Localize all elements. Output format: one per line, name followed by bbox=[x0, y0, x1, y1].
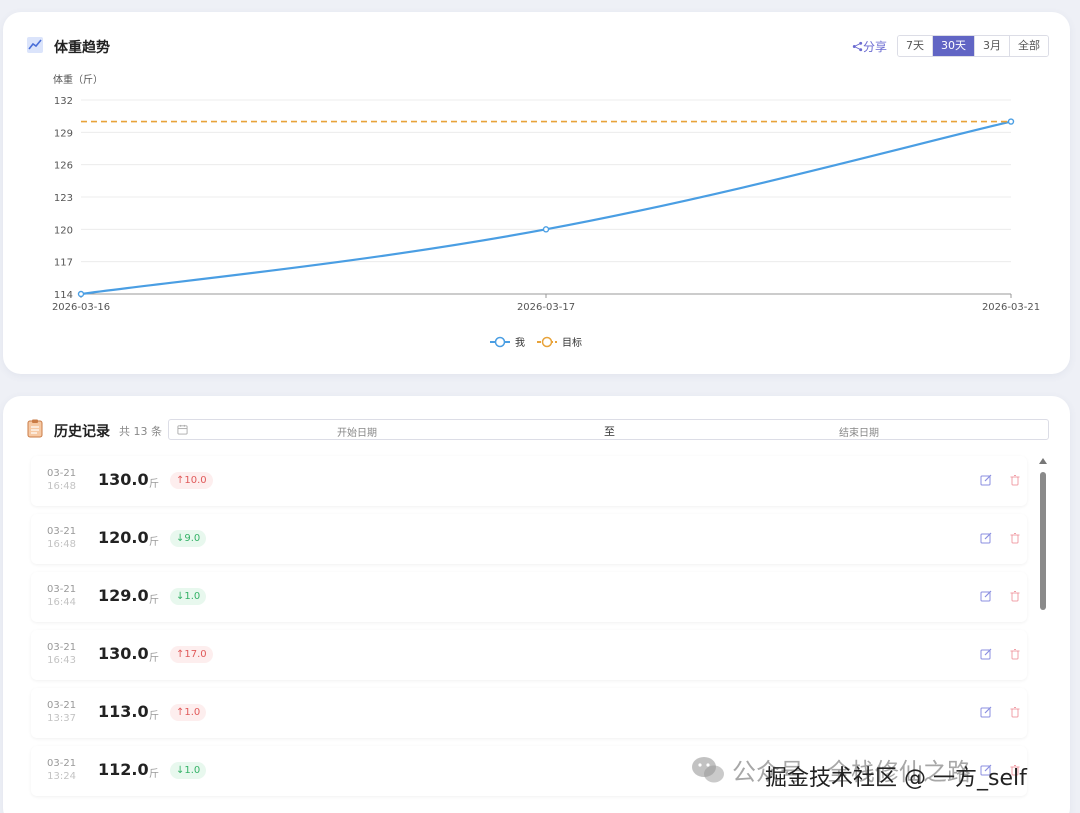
date-range-picker[interactable]: 开始日期 至 结束日期 bbox=[168, 419, 1049, 440]
record-weight: 129.0 bbox=[98, 586, 149, 605]
history-row[interactable]: 03-21 16:44 129.0 斤 ↓1.0 bbox=[31, 572, 1027, 622]
wechat-icon bbox=[692, 756, 724, 782]
history-scrollbar[interactable] bbox=[1039, 458, 1047, 793]
record-datetime: 03-21 16:48 bbox=[47, 525, 76, 551]
weight-data-point bbox=[77, 290, 85, 298]
x-tick-label: 2026-03-21 bbox=[982, 302, 1040, 313]
record-weight: 130.0 bbox=[98, 470, 149, 489]
record-date: 03-21 bbox=[47, 642, 77, 653]
record-unit: 斤 bbox=[149, 479, 159, 490]
clipboard-icon bbox=[27, 419, 43, 438]
record-delta-badge: ↑10.0 bbox=[170, 472, 213, 489]
edit-icon[interactable] bbox=[980, 648, 992, 660]
legend-label-me: 我 bbox=[515, 337, 525, 349]
record-delta-badge: ↓1.0 bbox=[170, 762, 207, 779]
weight-line-chart: 体重（斤） 114117120123126129132 2026-03-16 20… bbox=[52, 73, 1040, 349]
delete-icon[interactable] bbox=[1009, 590, 1021, 602]
edit-icon[interactable] bbox=[980, 706, 992, 718]
record-time: 16:44 bbox=[47, 597, 76, 608]
record-date: 03-21 bbox=[47, 468, 77, 479]
scroll-up-arrow-icon[interactable] bbox=[1039, 458, 1047, 464]
record-date: 03-21 bbox=[47, 584, 77, 595]
record-datetime: 03-21 16:44 bbox=[47, 583, 76, 609]
record-datetime: 03-21 13:37 bbox=[47, 699, 76, 725]
end-date-input[interactable]: 结束日期 bbox=[839, 424, 879, 439]
record-time: 16:43 bbox=[47, 655, 76, 666]
record-time: 16:48 bbox=[47, 539, 76, 550]
record-delta-value: 1.0 bbox=[184, 707, 201, 718]
legend-item-me[interactable]: 我 bbox=[490, 336, 525, 349]
record-date: 03-21 bbox=[47, 526, 77, 537]
record-time: 13:24 bbox=[47, 771, 76, 782]
record-delta-badge: ↑17.0 bbox=[170, 646, 213, 663]
chart-grid bbox=[81, 99, 1011, 295]
y-tick-label: 132 bbox=[54, 96, 73, 107]
y-tick-label: 126 bbox=[54, 161, 73, 172]
y-tick-label: 129 bbox=[54, 128, 73, 139]
record-count: 共 13 条 bbox=[119, 425, 162, 438]
record-delta-badge: ↓1.0 bbox=[170, 588, 207, 605]
record-delta-value: 9.0 bbox=[184, 533, 201, 544]
history-row[interactable]: 03-21 13:37 113.0 斤 ↑1.0 bbox=[31, 688, 1027, 738]
y-tick-label: 114 bbox=[54, 290, 73, 301]
calendar-icon bbox=[177, 424, 188, 435]
record-datetime: 03-21 13:24 bbox=[47, 757, 76, 783]
record-time: 13:37 bbox=[47, 713, 76, 724]
history-row[interactable]: 03-21 16:48 130.0 斤 ↑10.0 bbox=[31, 456, 1027, 506]
y-tick-label: 120 bbox=[54, 225, 73, 236]
scroll-thumb[interactable] bbox=[1040, 472, 1046, 610]
y-tick-labels: 114 117 120 123 126 129 132 bbox=[54, 96, 73, 301]
record-delta-value: 1.0 bbox=[184, 765, 201, 776]
delete-icon[interactable] bbox=[1009, 474, 1021, 486]
record-weight: 112.0 bbox=[98, 760, 149, 779]
record-weight: 130.0 bbox=[98, 644, 149, 663]
chart-legend: 我 目标 bbox=[490, 336, 582, 349]
record-date: 03-21 bbox=[47, 700, 77, 711]
watermark: 公众号 · 全栈修仙之路 掘金技术社区 @ 一方_self bbox=[690, 752, 1027, 791]
y-axis-label: 体重（斤） bbox=[53, 73, 103, 86]
record-delta-value: 1.0 bbox=[184, 591, 201, 602]
record-unit: 斤 bbox=[149, 653, 159, 664]
history-title: 历史记录 bbox=[54, 424, 110, 440]
edit-icon[interactable] bbox=[980, 532, 992, 544]
chart-series bbox=[77, 118, 1015, 298]
y-tick-label: 123 bbox=[54, 193, 73, 204]
record-unit: 斤 bbox=[149, 711, 159, 722]
x-tick-label: 2026-03-16 bbox=[52, 302, 110, 313]
record-unit: 斤 bbox=[149, 537, 159, 548]
record-delta-badge: ↓9.0 bbox=[170, 530, 207, 547]
watermark-line2: 掘金技术社区 @ 一方_self bbox=[765, 766, 1027, 791]
record-delta-badge: ↑1.0 bbox=[170, 704, 207, 721]
legend-item-goal[interactable]: 目标 bbox=[537, 336, 582, 349]
edit-icon[interactable] bbox=[980, 590, 992, 602]
weight-series-line bbox=[80, 120, 1012, 296]
record-unit: 斤 bbox=[149, 595, 159, 606]
history-row[interactable]: 03-21 16:48 120.0 斤 ↓9.0 bbox=[31, 514, 1027, 564]
record-weight: 113.0 bbox=[98, 702, 149, 721]
edit-icon[interactable] bbox=[980, 474, 992, 486]
weight-data-point bbox=[542, 226, 550, 233]
legend-label-goal: 目标 bbox=[562, 337, 582, 349]
record-delta-value: 17.0 bbox=[184, 649, 207, 660]
start-date-input[interactable]: 开始日期 bbox=[337, 424, 377, 439]
x-tick-labels: 2026-03-16 2026-03-17 2026-03-21 bbox=[52, 294, 1040, 313]
delete-icon[interactable] bbox=[1009, 532, 1021, 544]
delete-icon[interactable] bbox=[1009, 706, 1021, 718]
record-date: 03-21 bbox=[47, 758, 77, 769]
y-tick-label: 117 bbox=[54, 258, 73, 269]
record-unit: 斤 bbox=[149, 769, 159, 780]
record-datetime: 03-21 16:48 bbox=[47, 467, 76, 493]
record-datetime: 03-21 16:43 bbox=[47, 641, 76, 667]
history-card: 历史记录 共 13 条 开始日期 至 结束日期 03-21 16:48 130.0 斤… bbox=[3, 396, 1070, 813]
record-weight: 120.0 bbox=[98, 528, 149, 547]
history-row[interactable]: 03-21 16:43 130.0 斤 ↑17.0 bbox=[31, 630, 1027, 680]
delete-icon[interactable] bbox=[1009, 648, 1021, 660]
weight-trend-card: 体重趋势 分享 7天 30天 3月 全部 体重（斤） 114 117 120 123 1… bbox=[3, 12, 1070, 374]
date-range-separator: 至 bbox=[604, 425, 615, 438]
x-tick-label: 2026-03-17 bbox=[517, 302, 575, 313]
record-delta-value: 10.0 bbox=[184, 475, 207, 486]
record-time: 16:48 bbox=[47, 481, 76, 492]
